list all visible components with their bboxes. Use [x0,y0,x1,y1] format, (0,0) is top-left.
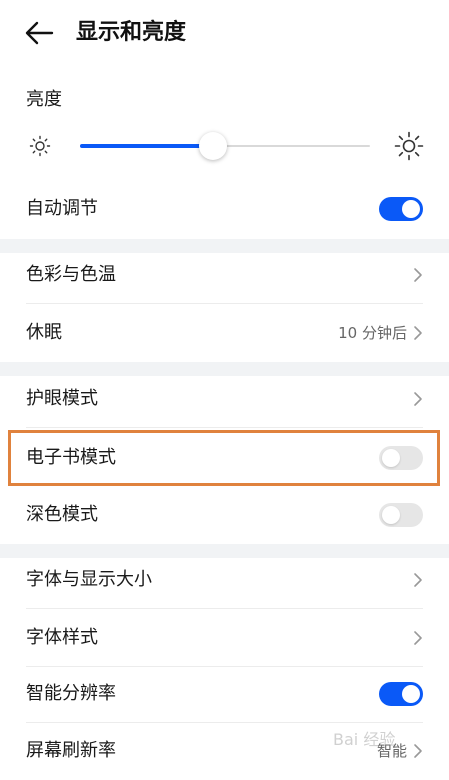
auto-adjust-toggle[interactable] [379,197,423,221]
ebook-mode-row[interactable]: 电子书模式 [0,429,449,487]
arrow-left-icon [25,21,54,45]
refresh-rate-label: 屏幕刷新率 [26,740,116,761]
eye-comfort-row[interactable]: 护眼模式 [0,370,449,428]
chevron-right-icon [414,631,422,645]
toggle-knob [382,449,400,467]
toggle-knob [382,506,400,524]
chevron-right-icon [414,573,422,587]
back-button[interactable] [22,18,56,48]
font-style-row[interactable]: 字体样式 [0,609,449,667]
ebook-mode-toggle[interactable] [379,446,423,470]
page-title: 显示和亮度 [76,20,187,45]
slider-thumb[interactable] [199,132,228,160]
slider-fill [80,144,214,148]
auto-adjust-label: 自动调节 [26,198,98,219]
chevron-right-icon [414,326,422,340]
sleep-label: 休眠 [26,322,62,343]
font-display-size-row[interactable]: 字体与显示大小 [0,551,449,609]
font-display-size-label: 字体与显示大小 [26,569,152,590]
top-bar: 显示和亮度 [0,0,449,68]
brightness-label: 亮度 [26,89,62,110]
row-divider [26,427,423,428]
toggle-knob [402,685,420,703]
dark-mode-row[interactable]: 深色模式 [0,486,449,544]
refresh-rate-value: 智能 [376,742,407,760]
smart-resolution-row[interactable]: 智能分辨率 [0,665,449,723]
toggle-knob [402,200,420,218]
brightness-slider[interactable] [80,130,370,162]
auto-adjust-row[interactable]: 自动调节 [0,180,449,238]
color-temperature-row[interactable]: 色彩与色温 [0,246,449,304]
ebook-mode-label: 电子书模式 [26,447,116,468]
chevron-right-icon [414,744,422,758]
smart-resolution-label: 智能分辨率 [26,683,116,704]
color-temperature-label: 色彩与色温 [26,264,116,285]
brightness-high-icon [394,131,424,161]
dark-mode-label: 深色模式 [26,504,98,525]
dark-mode-toggle[interactable] [379,503,423,527]
refresh-rate-row[interactable]: 屏幕刷新率 智能 [0,722,449,780]
brightness-low-icon [29,135,51,157]
smart-resolution-toggle[interactable] [379,682,423,706]
font-style-label: 字体样式 [26,627,98,648]
sleep-value: 10 分钟后 [338,324,407,342]
chevron-right-icon [414,268,422,282]
chevron-right-icon [414,392,422,406]
sleep-row[interactable]: 休眠 10 分钟后 [0,304,449,362]
eye-comfort-label: 护眼模式 [26,388,98,409]
